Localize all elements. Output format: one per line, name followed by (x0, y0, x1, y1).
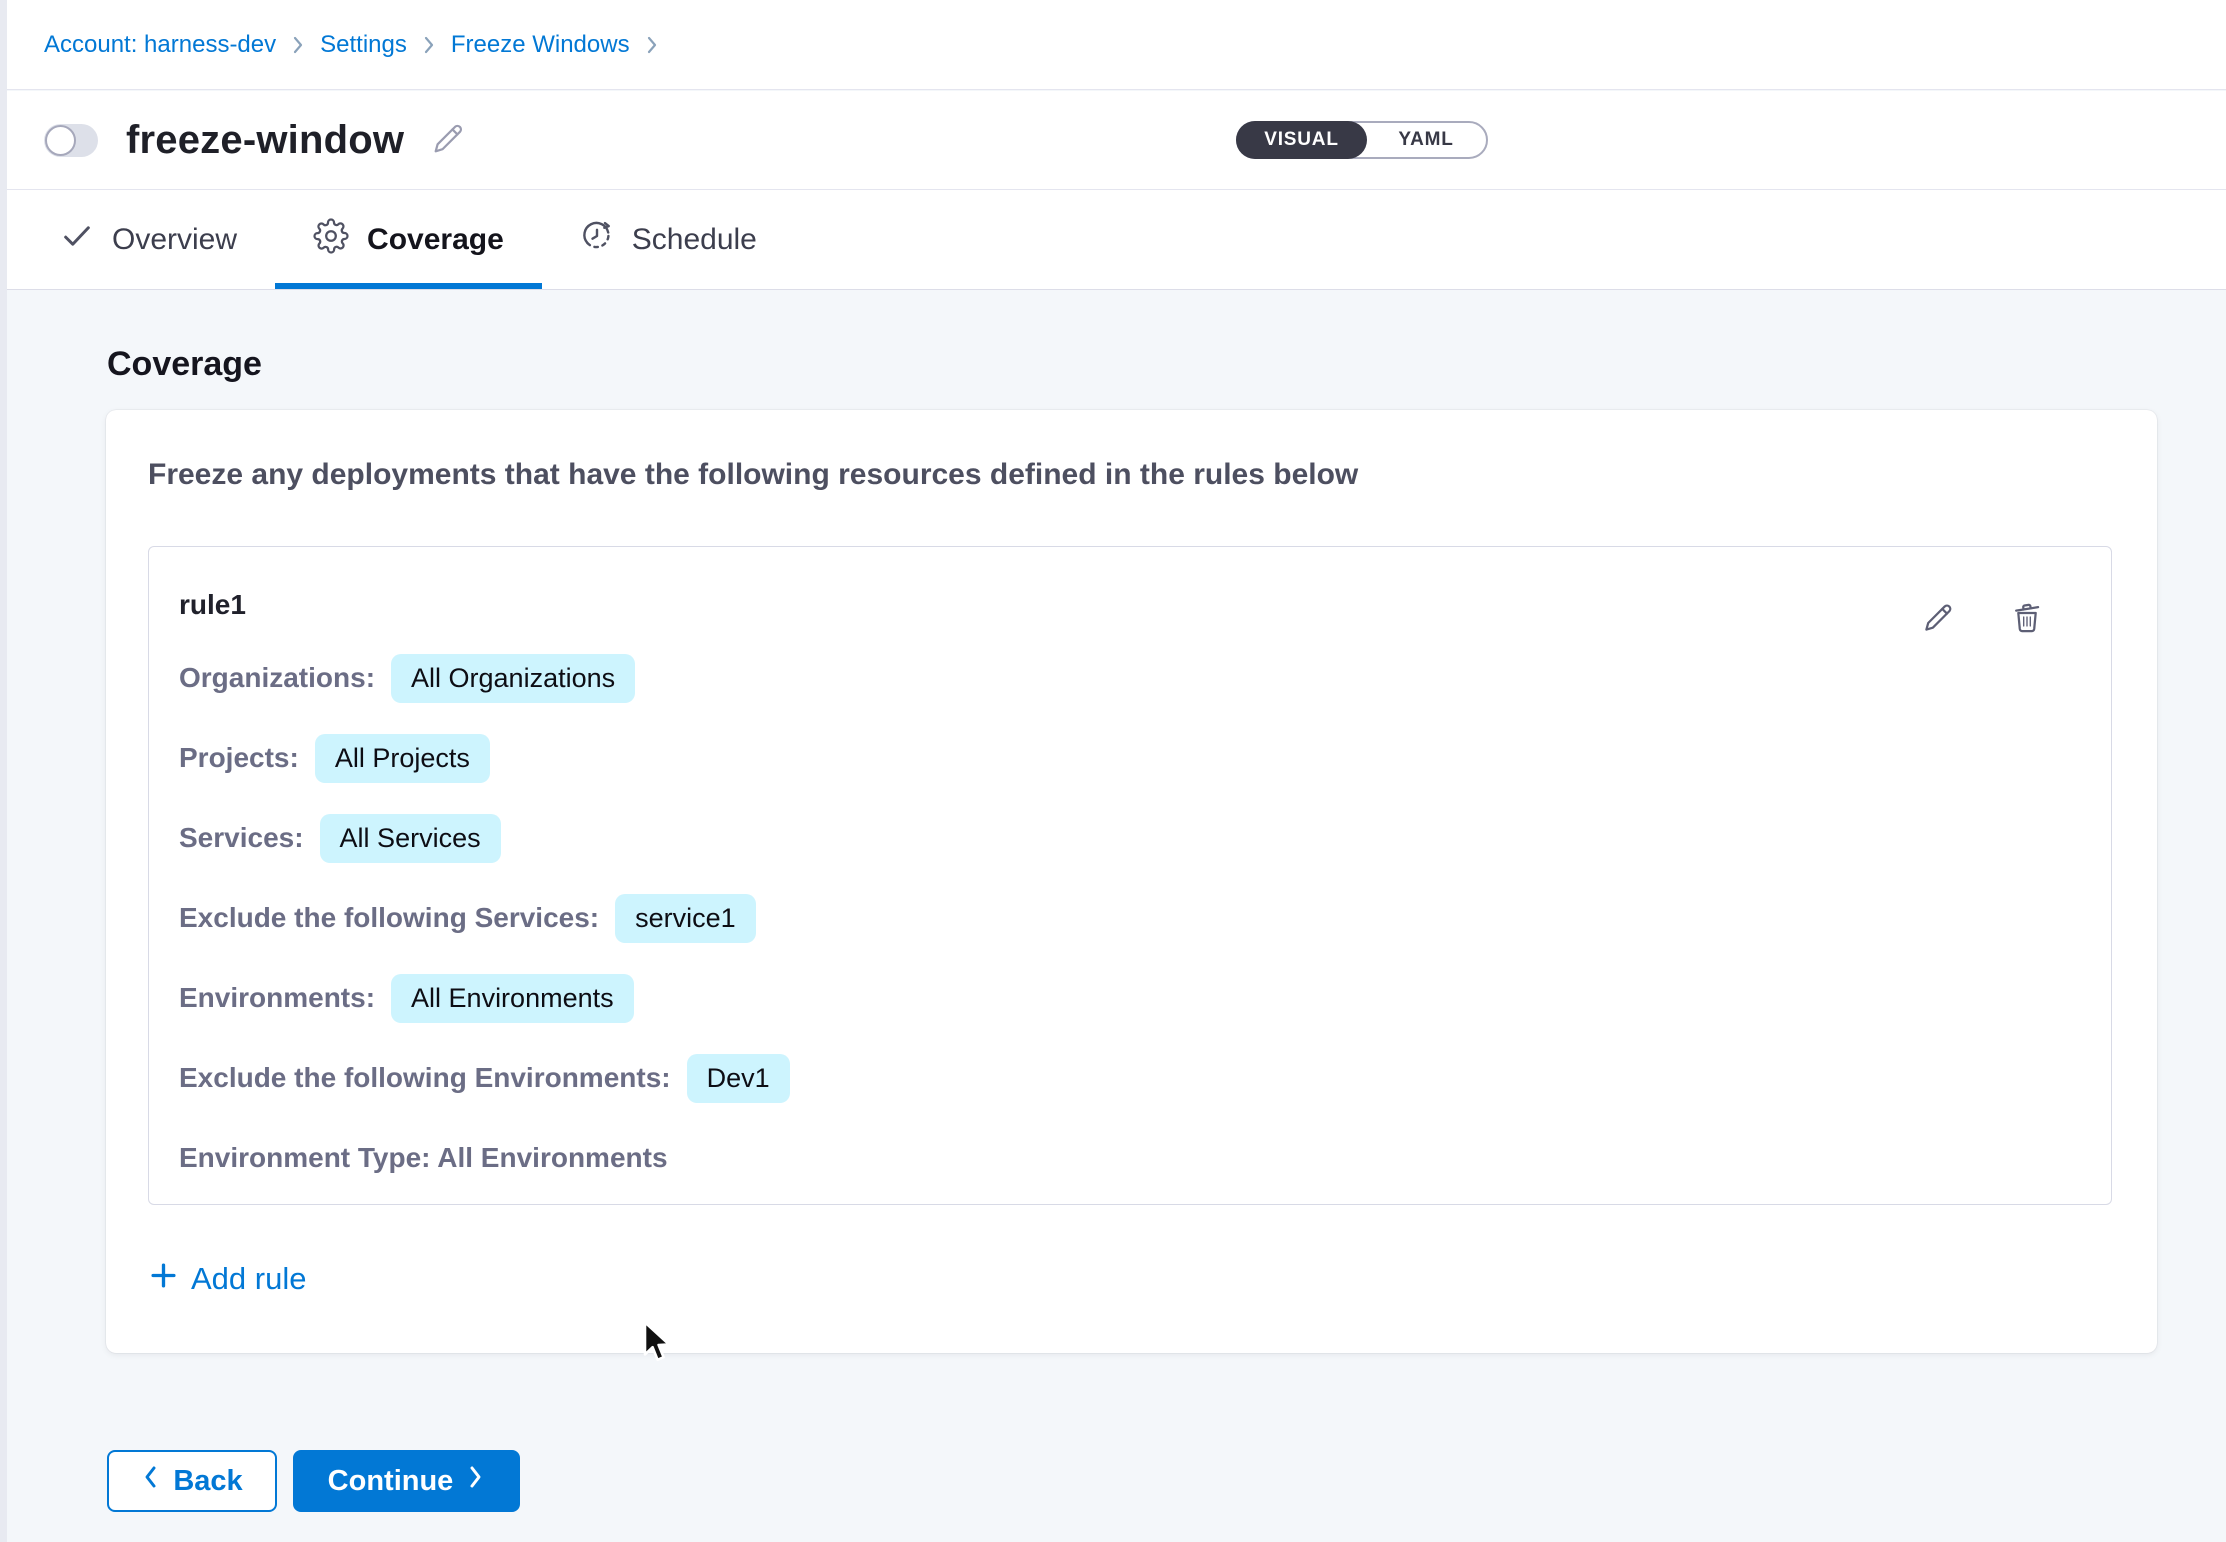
edit-title-button[interactable] (430, 119, 468, 162)
rule-row-tag: All Environments (391, 974, 634, 1023)
chevron-right-icon (467, 1464, 485, 1498)
rule-row-tag: Dev1 (687, 1054, 790, 1103)
gear-icon (313, 218, 349, 262)
edit-rule-button[interactable] (1921, 599, 1957, 640)
rule-row-label: Projects: (179, 742, 299, 774)
rule-row-exclude-environments: Exclude the following Environments: Dev1 (179, 1038, 790, 1118)
continue-button-label: Continue (328, 1465, 454, 1498)
chevron-right-icon (421, 34, 437, 56)
rule-row-organizations: Organizations: All Organizations (179, 638, 790, 718)
coverage-description: Freeze any deployments that have the fol… (148, 458, 1358, 492)
coverage-card: Freeze any deployments that have the fol… (106, 410, 2157, 1353)
rule-row-tag: service1 (615, 894, 756, 943)
tab-schedule[interactable]: Schedule (542, 190, 795, 289)
rule-actions (1921, 599, 2045, 640)
rule-row-exclude-services: Exclude the following Services: service1 (179, 878, 790, 958)
check-icon (60, 219, 94, 261)
tab-coverage-label: Coverage (367, 223, 504, 257)
page-left-edge-strip (0, 0, 7, 1542)
page-title: freeze-window (126, 118, 404, 163)
trash-icon (2009, 599, 2045, 640)
tab-coverage[interactable]: Coverage (275, 190, 542, 289)
title-bar: freeze-window VISUAL YAML (0, 91, 2226, 190)
breadcrumb-bar: Account: harness-dev Settings Freeze Win… (0, 0, 2226, 90)
add-rule-label: Add rule (191, 1261, 306, 1297)
rule-row-tag: All Services (320, 814, 501, 863)
chevron-left-icon (141, 1464, 159, 1498)
rule-row-label: Exclude the following Environments: (179, 1062, 671, 1094)
rule-card: rule1 Organizations: All Organizations P… (148, 546, 2112, 1205)
rule-row-label: Exclude the following Services: (179, 902, 599, 934)
rule-row-projects: Projects: All Projects (179, 718, 790, 798)
visual-yaml-toggle[interactable]: VISUAL YAML (1236, 121, 1488, 159)
tab-overview[interactable]: Overview (22, 190, 275, 289)
pencil-icon (1921, 599, 1957, 640)
breadcrumb: Account: harness-dev Settings Freeze Win… (44, 31, 660, 59)
add-rule-button[interactable]: Add rule (150, 1261, 306, 1297)
visual-toggle-option[interactable]: VISUAL (1236, 121, 1367, 159)
chevron-right-icon (644, 34, 660, 56)
plus-icon (150, 1261, 177, 1297)
pencil-icon (430, 119, 468, 162)
rule-row-environment-type: Environment Type: All Environments (179, 1118, 790, 1198)
breadcrumb-settings-link[interactable]: Settings (320, 31, 407, 59)
tab-overview-label: Overview (112, 223, 237, 257)
breadcrumb-account-link[interactable]: Account: harness-dev (44, 31, 276, 59)
back-button-label: Back (173, 1465, 242, 1498)
tab-schedule-label: Schedule (632, 223, 757, 257)
rule-row-label: Environments: (179, 982, 375, 1014)
continue-button[interactable]: Continue (293, 1450, 520, 1512)
schedule-clock-icon (580, 219, 614, 261)
coverage-section-heading: Coverage (107, 345, 262, 384)
yaml-toggle-option[interactable]: YAML (1366, 123, 1486, 157)
rule-row-label: Services: (179, 822, 304, 854)
rule-rows: Organizations: All Organizations Project… (179, 638, 790, 1198)
freeze-enabled-toggle[interactable] (44, 124, 98, 157)
rule-row-label: Organizations: (179, 662, 375, 694)
rule-row-label: Environment Type: All Environments (179, 1142, 668, 1174)
rule-row-environments: Environments: All Environments (179, 958, 790, 1038)
rule-name: rule1 (179, 589, 246, 621)
rule-row-services: Services: All Services (179, 798, 790, 878)
tab-bar: Overview Coverage Schedule (0, 190, 2226, 290)
delete-rule-button[interactable] (2009, 599, 2045, 640)
back-button[interactable]: Back (107, 1450, 277, 1512)
rule-row-tag: All Organizations (391, 654, 635, 703)
rule-row-tag: All Projects (315, 734, 490, 783)
toggle-knob (45, 125, 76, 156)
breadcrumb-freeze-windows-link[interactable]: Freeze Windows (451, 31, 630, 59)
chevron-right-icon (290, 34, 306, 56)
